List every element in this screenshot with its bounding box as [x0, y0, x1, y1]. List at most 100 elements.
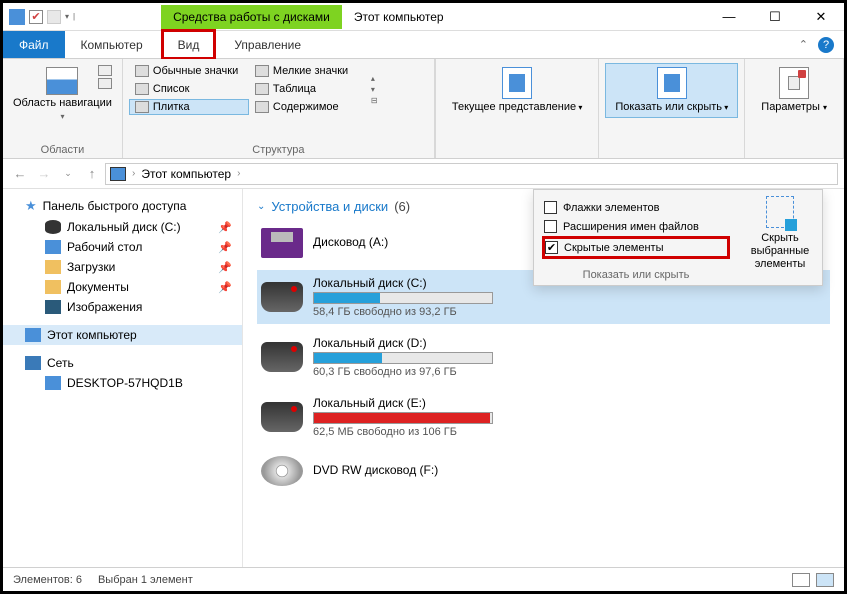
drive-space-bar [313, 412, 493, 424]
layout-normal-icons[interactable]: Обычные значки [129, 63, 249, 79]
close-button[interactable]: ✕ [798, 3, 844, 31]
layout-small-icons[interactable]: Мелкие значки [249, 63, 369, 79]
checkbox-item-flags[interactable]: Флажки элементов [542, 198, 730, 217]
sidebar-item-desktop[interactable]: Рабочий стол📌 [3, 237, 242, 257]
chevron-right-icon[interactable]: › [132, 168, 135, 179]
explorer-window: ✔ ▾ | Средства работы с дисками Этот ком… [0, 0, 847, 594]
ribbon-group-options: Параметры ▾ [745, 59, 844, 158]
ribbon-help-area: ⌃ ? [799, 31, 844, 58]
sidebar-network[interactable]: Сеть [3, 353, 242, 373]
properties-icon[interactable]: ✔ [29, 10, 43, 24]
tab-view[interactable]: Вид [161, 29, 217, 60]
hdd-drive-icon [261, 282, 303, 312]
options-button[interactable]: Параметры ▾ [751, 63, 837, 118]
drive-status-text: 60,3 ГБ свободно из 97,6 ГБ [313, 366, 826, 378]
sidebar-item-downloads[interactable]: Загрузки📌 [3, 257, 242, 277]
tiles-view-toggle[interactable] [816, 573, 834, 587]
maximize-button[interactable]: ☐ [752, 3, 798, 31]
sidebar-item-local-disk-c[interactable]: Локальный диск (C:)📌 [3, 217, 242, 237]
pin-icon: 📌 [218, 281, 232, 294]
chevron-right-icon[interactable]: › [237, 168, 240, 179]
this-pc-icon [25, 328, 41, 342]
sidebar-network-host[interactable]: DESKTOP-57HQD1B [3, 373, 242, 393]
pictures-icon [45, 300, 61, 314]
details-view-toggle[interactable] [792, 573, 810, 587]
window-controls: — ☐ ✕ [706, 3, 844, 31]
checkbox-unchecked-icon [544, 201, 557, 214]
navigation-pane: ★ Панель быстрого доступа Локальный диск… [3, 189, 243, 567]
sidebar-quick-access[interactable]: ★ Панель быстрого доступа [3, 195, 242, 217]
ribbon-group-show-hide: Показать или скрыть ▾ [599, 59, 745, 158]
dvd-drive-icon [261, 456, 303, 486]
checkbox-hidden-items[interactable]: ✔ Скрытые элементы [542, 236, 730, 259]
details-pane-icon[interactable] [98, 78, 112, 89]
tab-computer[interactable]: Компьютер [65, 31, 159, 58]
window-title: Этот компьютер [354, 10, 444, 24]
hdd-drive-icon [261, 402, 303, 432]
breadcrumb-segment[interactable]: Этот компьютер [141, 167, 231, 181]
layout-table[interactable]: Таблица [249, 81, 369, 97]
back-button[interactable]: ← [9, 163, 31, 185]
monitor-icon[interactable] [9, 9, 25, 25]
current-view-button[interactable]: Текущее представление ▾ [442, 63, 593, 118]
navigation-pane-icon [46, 67, 78, 95]
pin-icon: 📌 [218, 221, 232, 234]
tab-file[interactable]: Файл [3, 31, 65, 58]
qat-blank-icon[interactable] [47, 10, 61, 24]
address-field[interactable]: › Этот компьютер › [105, 163, 838, 185]
expand-gallery-icon[interactable]: ⊟ [371, 96, 378, 105]
qat-dropdown-icon[interactable]: ▾ [65, 12, 69, 21]
layout-tiles[interactable]: Плитка [129, 99, 249, 115]
drive-name: Локальный диск (E:) [313, 396, 826, 410]
recent-dropdown-icon[interactable]: ⌄ [57, 163, 79, 185]
sidebar-item-documents[interactable]: Документы📌 [3, 277, 242, 297]
desktop-icon [45, 240, 61, 254]
ribbon-group-current-view: Текущее представление ▾ [435, 59, 600, 158]
drive-space-bar [313, 352, 493, 364]
help-icon[interactable]: ? [818, 37, 834, 53]
checkbox-checked-icon: ✔ [545, 241, 558, 254]
floppy-drive-icon [261, 228, 303, 258]
checkbox-unchecked-icon [544, 220, 557, 233]
drive-space-bar [313, 292, 493, 304]
drive-name: Локальный диск (D:) [313, 336, 826, 350]
ribbon-tabs: Файл Компьютер Вид Управление ⌃ ? [3, 31, 844, 59]
star-icon: ★ [25, 198, 37, 214]
this-pc-icon [110, 167, 126, 181]
checkbox-file-extensions[interactable]: Расширения имен файлов [542, 217, 730, 236]
options-icon [779, 67, 809, 99]
ribbon-group-panes: Область навигации ▾ Области [3, 59, 123, 158]
scroll-down-icon[interactable]: ▾ [371, 85, 378, 94]
sidebar-this-pc[interactable]: Этот компьютер [3, 325, 242, 345]
disk-icon [45, 220, 61, 234]
qat-separator: | [73, 12, 75, 21]
status-selection: Выбран 1 элемент [98, 574, 193, 586]
tab-manage[interactable]: Управление [218, 31, 317, 58]
content-area: ★ Панель быстрого доступа Локальный диск… [3, 189, 844, 567]
quick-access-toolbar: ✔ ▾ | [3, 9, 81, 25]
status-bar: Элементов: 6 Выбран 1 элемент [3, 567, 844, 591]
scroll-up-icon[interactable]: ▴ [371, 74, 378, 83]
preview-pane-icon[interactable] [98, 65, 112, 76]
drive-tools-context-tab[interactable]: Средства работы с дисками [161, 5, 342, 29]
chevron-down-icon: ⌄ [257, 201, 265, 212]
up-button[interactable]: ↑ [81, 163, 103, 185]
sidebar-item-pictures[interactable]: Изображения [3, 297, 242, 317]
hide-selected-button[interactable]: Скрыть выбранные элементы [738, 190, 822, 285]
layout-list[interactable]: Список [129, 81, 249, 97]
drive-item[interactable]: Локальный диск (E:)62,5 МБ свободно из 1… [257, 390, 830, 444]
computer-icon [45, 376, 61, 390]
hide-selected-icon [766, 196, 794, 228]
collapse-ribbon-icon[interactable]: ⌃ [799, 38, 808, 51]
drive-name: DVD RW дисковод (F:) [313, 463, 826, 477]
minimize-button[interactable]: — [706, 3, 752, 31]
show-hide-popup: Флажки элементов Расширения имен файлов … [533, 189, 823, 286]
show-hide-icon [657, 67, 687, 99]
status-item-count: Элементов: 6 [13, 574, 82, 586]
drive-item[interactable]: DVD RW дисковод (F:) [257, 450, 830, 492]
drive-item[interactable]: Локальный диск (D:) 60,3 ГБ свободно из 9… [257, 330, 830, 384]
forward-button[interactable]: → [33, 163, 55, 185]
layout-content[interactable]: Содержимое [249, 99, 369, 115]
show-hide-button[interactable]: Показать или скрыть ▾ [605, 63, 738, 118]
network-icon [25, 356, 41, 370]
